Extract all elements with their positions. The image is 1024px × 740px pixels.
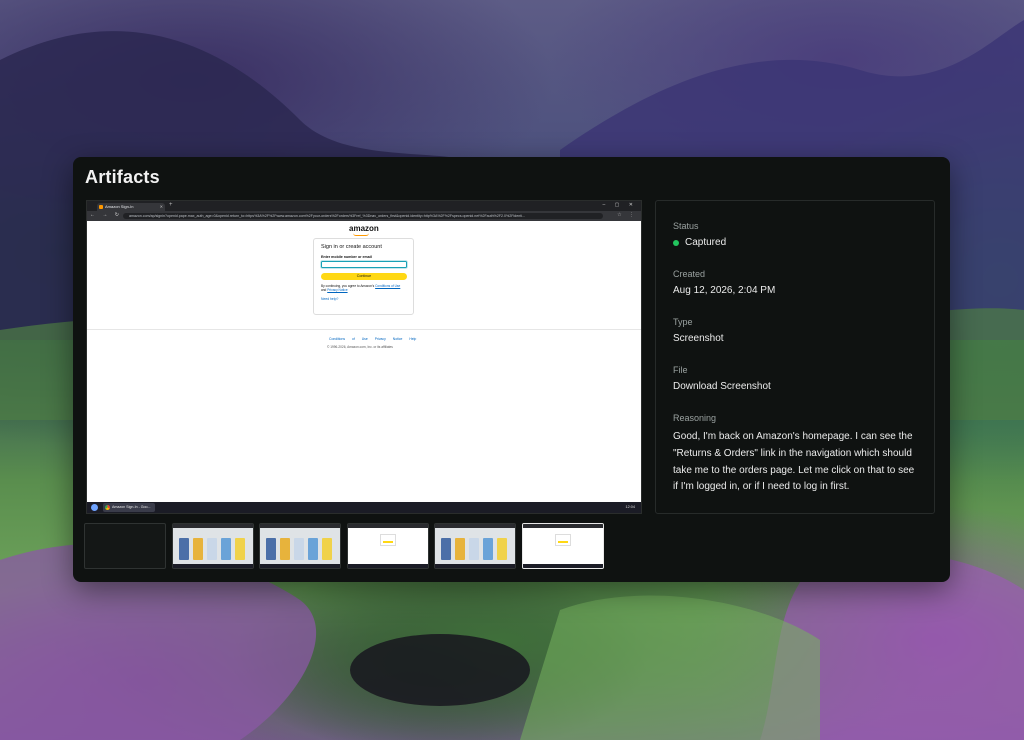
footer-links: Conditions of Use Privacy Notice Help xyxy=(329,337,417,341)
taskbar-app: Amazon Sign-In - Goo... xyxy=(103,503,155,512)
reasoning-label: Reasoning xyxy=(673,413,717,423)
window-controls-icon: – ▢ ✕ xyxy=(602,202,637,208)
created-label: Created xyxy=(673,269,706,279)
thumbnail-4[interactable] xyxy=(347,523,429,569)
taskbar-clock: 12:04 xyxy=(625,505,635,509)
amazon-signin-page: amazon Sign in or create account Enter m… xyxy=(87,221,641,495)
browser-extension-icons: ☆ ⋮ xyxy=(617,212,637,218)
file-label: File xyxy=(673,365,688,375)
reasoning-text: Good, I'm back on Amazon's homepage. I c… xyxy=(673,431,915,493)
start-icon xyxy=(91,504,98,511)
type-value: Screenshot xyxy=(673,333,724,344)
thumbnail-2[interactable] xyxy=(172,523,254,569)
new-tab-icon: + xyxy=(169,202,173,208)
amazon-smile-icon xyxy=(353,233,369,236)
taskbar-app-label: Amazon Sign-In - Goo... xyxy=(112,505,151,509)
screenshot-preview[interactable]: Amazon Sign-In ✕ + – ▢ ✕ ← → ↻ amazon.co… xyxy=(86,200,642,514)
artifact-details: Status Captured Created Aug 12, 2026, 2:… xyxy=(655,200,935,514)
continue-button: Continue xyxy=(321,273,407,280)
browser-tab-title: Amazon Sign-In xyxy=(105,204,134,209)
legal-and: and xyxy=(321,288,327,293)
privacy-link: Privacy Notice xyxy=(327,288,348,293)
type-label: Type xyxy=(673,317,693,327)
tab-close-icon: ✕ xyxy=(159,204,163,209)
signin-title: Sign in or create account xyxy=(321,244,382,250)
panel-title: Artifacts xyxy=(85,167,160,187)
thumbnail-5[interactable] xyxy=(434,523,516,569)
os-taskbar: Amazon Sign-In - Goo... 12:04 xyxy=(87,502,641,513)
conditions-link: Conditions of Use xyxy=(375,284,401,288)
legal-text: By continuing, you agree to Amazon's Con… xyxy=(321,284,406,292)
thumbnail-3[interactable] xyxy=(259,523,341,569)
email-field xyxy=(321,261,407,268)
status-value: Captured xyxy=(685,237,727,248)
status-label: Status xyxy=(673,221,699,231)
thumbnail-6-selected[interactable] xyxy=(522,523,604,569)
amazon-logo: amazon xyxy=(349,224,379,233)
artifacts-panel: Artifacts Amazon Sign-In ✕ + – ▢ ✕ ← → ↻… xyxy=(73,157,950,582)
footer-copyright: © 1996-2026, Amazon.com, Inc. or its aff… xyxy=(327,345,393,349)
signin-box: Sign in or create account Enter mobile n… xyxy=(313,238,414,315)
thumbnail-1[interactable] xyxy=(84,523,166,569)
browser-url: amazon.com/ap/signin?openid.pape.max_aut… xyxy=(123,213,603,219)
status-dot-icon xyxy=(673,240,679,246)
email-field-label: Enter mobile number or email xyxy=(321,255,372,259)
amazon-favicon-icon xyxy=(99,205,103,209)
chrome-icon xyxy=(105,505,110,510)
created-value: Aug 12, 2026, 2:04 PM xyxy=(673,285,776,296)
browser-tabbar: Amazon Sign-In ✕ + – ▢ ✕ xyxy=(87,201,641,211)
help-link: Need help? xyxy=(321,297,339,302)
browser-nav-icons: ← → ↻ xyxy=(90,212,122,218)
page-divider xyxy=(87,329,641,330)
browser-tab: Amazon Sign-In ✕ xyxy=(97,203,165,211)
download-screenshot-link[interactable]: Download Screenshot xyxy=(673,381,771,392)
browser-address-bar: ← → ↻ amazon.com/ap/signin?openid.pape.m… xyxy=(87,211,641,221)
